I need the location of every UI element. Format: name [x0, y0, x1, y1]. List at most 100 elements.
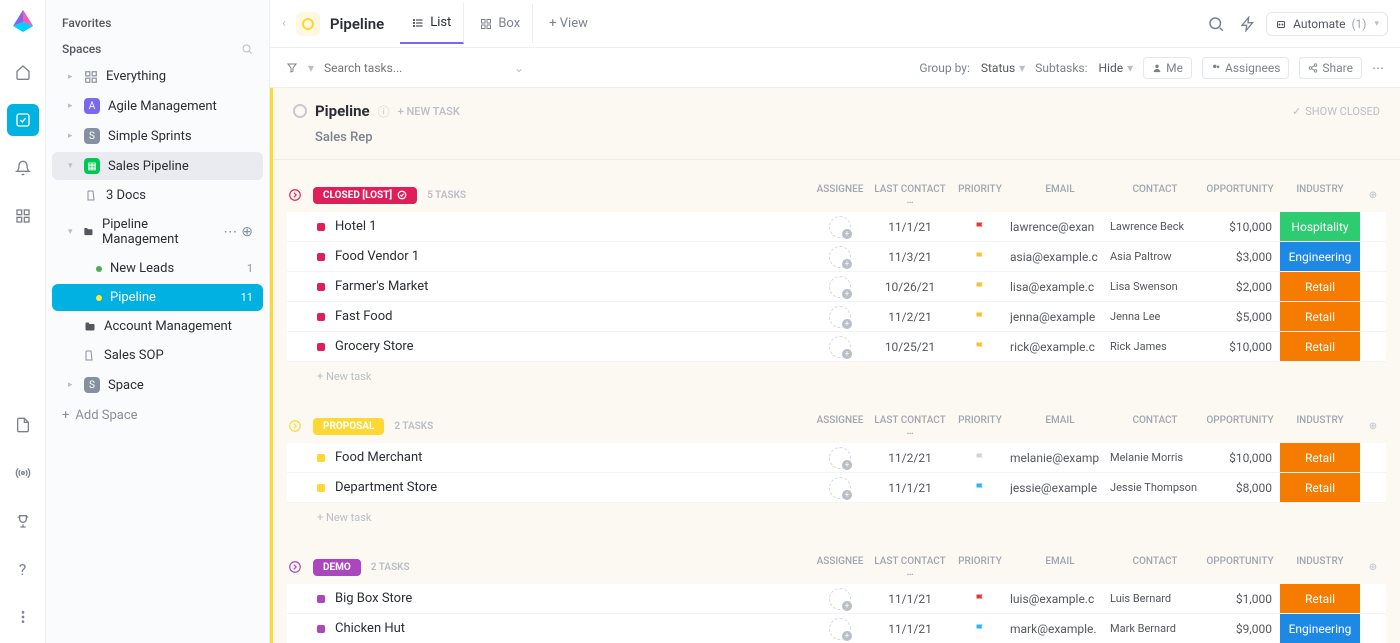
col-header-industry[interactable]: INDUSTRY [1280, 415, 1360, 437]
help-icon[interactable]: ? [7, 553, 39, 585]
space-sales-pipeline[interactable]: ▾▦ Sales Pipeline [52, 152, 263, 180]
task-row[interactable]: Grocery Store 10/25/21 rick@example.c Ri… [287, 332, 1386, 362]
lastcontact-cell[interactable]: 10/26/21 [870, 280, 950, 294]
lastcontact-cell[interactable]: 11/1/21 [870, 220, 950, 234]
docs-item[interactable]: 3 Docs [52, 182, 263, 209]
new-task-row[interactable]: + New task [287, 503, 1386, 532]
col-header-assignee[interactable]: ASSIGNEE [810, 415, 870, 437]
broadcast-icon[interactable] [7, 457, 39, 489]
task-name[interactable]: Big Box Store [335, 591, 810, 606]
col-header-opportunity[interactable]: OPPORTUNITY [1200, 415, 1280, 437]
contact-cell[interactable]: Lisa Swenson [1110, 280, 1200, 293]
task-row[interactable]: Food Merchant 11/2/21 melanie@examp Mela… [287, 443, 1386, 473]
task-row[interactable]: Farmer's Market 10/26/21 lisa@example.c … [287, 272, 1386, 302]
add-icon[interactable]: ⊕ [241, 224, 253, 240]
add-column-button[interactable]: ⊕ [1360, 184, 1386, 206]
assignee-cell[interactable] [810, 477, 870, 499]
collapse-group-icon[interactable] [287, 418, 303, 434]
collapse-sidebar-icon[interactable]: ‹ [282, 16, 286, 31]
task-status-icon[interactable] [317, 595, 325, 603]
status-pill[interactable]: DEMO [313, 559, 361, 576]
doc-icon[interactable] [7, 409, 39, 441]
status-pill[interactable]: CLOSED [LOST] [313, 187, 417, 204]
apps-icon[interactable] [7, 200, 39, 232]
show-closed-button[interactable]: ✓ SHOW CLOSED [1292, 105, 1380, 118]
automate-button[interactable]: Automate(1) ▾ [1266, 12, 1388, 36]
col-header-lastcontact[interactable]: LAST CONTACT … [870, 184, 950, 206]
space-agile[interactable]: ▸A Agile Management [52, 92, 263, 120]
opportunity-cell[interactable]: $9,000 [1200, 622, 1280, 636]
industry-cell[interactable]: Retail [1280, 584, 1360, 613]
assignee-cell[interactable] [810, 336, 870, 358]
opportunity-cell[interactable]: $2,000 [1200, 280, 1280, 294]
col-header-priority[interactable]: PRIORITY [950, 415, 1010, 437]
assignee-cell[interactable] [810, 246, 870, 268]
view-tab-list[interactable]: List [400, 3, 464, 44]
view-tab-box[interactable]: Box [468, 4, 533, 43]
contact-cell[interactable]: Lawrence Beck [1110, 220, 1200, 233]
lastcontact-cell[interactable]: 11/2/21 [870, 451, 950, 465]
col-header-email[interactable]: EMAIL [1010, 415, 1110, 437]
email-cell[interactable]: rick@example.c [1010, 340, 1110, 354]
add-view-button[interactable]: + View [537, 4, 600, 43]
folder-actions[interactable]: ⋯ ⊕ [223, 224, 253, 240]
contact-cell[interactable]: Luis Bernard [1110, 592, 1200, 605]
priority-cell[interactable] [950, 482, 1010, 494]
task-row[interactable]: Hotel 1 11/1/21 lawrence@exan Lawrence B… [287, 212, 1386, 242]
doc-sales-sop[interactable]: Sales SOP [52, 342, 263, 369]
task-status-icon[interactable] [317, 223, 325, 231]
contact-cell[interactable]: Mark Bernard [1110, 622, 1200, 635]
email-cell[interactable]: jenna@example [1010, 310, 1110, 324]
col-header-assignee[interactable]: ASSIGNEE [810, 184, 870, 206]
search-icon[interactable] [1202, 10, 1230, 38]
folder-account-mgmt[interactable]: Account Management [52, 313, 263, 340]
opportunity-cell[interactable]: $1,000 [1200, 592, 1280, 606]
industry-cell[interactable]: Engineering [1280, 614, 1360, 643]
email-cell[interactable]: asia@example.c [1010, 250, 1110, 264]
email-cell[interactable]: lisa@example.c [1010, 280, 1110, 294]
chevron-down-icon[interactable]: ⌄ [514, 61, 524, 75]
lastcontact-cell[interactable]: 11/1/21 [870, 592, 950, 606]
col-header-opportunity[interactable]: OPPORTUNITY [1200, 556, 1280, 578]
favorites-label[interactable]: Favorites [46, 10, 269, 36]
contact-cell[interactable]: Rick James [1110, 340, 1200, 353]
priority-cell[interactable] [950, 623, 1010, 635]
task-row[interactable]: Chicken Hut 11/1/21 mark@example. Mark B… [287, 614, 1386, 643]
add-assignee-icon[interactable] [829, 447, 851, 469]
email-cell[interactable]: luis@example.c [1010, 592, 1110, 606]
task-name[interactable]: Chicken Hut [335, 621, 810, 636]
add-assignee-icon[interactable] [829, 276, 851, 298]
app-logo[interactable] [11, 8, 35, 32]
opportunity-cell[interactable]: $10,000 [1200, 451, 1280, 465]
task-row[interactable]: Food Vendor 1 11/3/21 asia@example.c Asi… [287, 242, 1386, 272]
contact-cell[interactable]: Jenna Lee [1110, 310, 1200, 323]
collapse-group-icon[interactable] [287, 187, 303, 203]
col-header-lastcontact[interactable]: LAST CONTACT … [870, 415, 950, 437]
priority-cell[interactable] [950, 341, 1010, 353]
task-name[interactable]: Department Store [335, 480, 810, 495]
add-space-button[interactable]: + Add Space [46, 400, 269, 431]
task-name[interactable]: Food Vendor 1 [335, 249, 810, 264]
task-name[interactable]: Fast Food [335, 309, 810, 324]
more-horizontal-icon[interactable]: ⋯ [1372, 61, 1384, 75]
task-status-icon[interactable] [317, 253, 325, 261]
me-filter-button[interactable]: Me [1143, 57, 1192, 79]
assignee-cell[interactable] [810, 618, 870, 640]
more-vertical-icon[interactable] [7, 601, 39, 633]
everything-item[interactable]: ▸ Everything [52, 63, 263, 90]
list-pipeline[interactable]: Pipeline 11 [52, 284, 263, 311]
priority-cell[interactable] [950, 281, 1010, 293]
col-header-assignee[interactable]: ASSIGNEE [810, 556, 870, 578]
task-status-icon[interactable] [317, 313, 325, 321]
industry-cell[interactable]: Retail [1280, 473, 1360, 502]
trophy-icon[interactable] [7, 505, 39, 537]
add-assignee-icon[interactable] [829, 588, 851, 610]
folder-pipeline-mgmt[interactable]: ▾ Pipeline Management ⋯ ⊕ [52, 211, 263, 253]
assignee-cell[interactable] [810, 588, 870, 610]
email-cell[interactable]: jessie@example [1010, 481, 1110, 495]
col-header-opportunity[interactable]: OPPORTUNITY [1200, 184, 1280, 206]
add-assignee-icon[interactable] [829, 618, 851, 640]
task-row[interactable]: Fast Food 11/2/21 jenna@example Jenna Le… [287, 302, 1386, 332]
status-circle-icon[interactable] [293, 104, 307, 118]
col-header-industry[interactable]: INDUSTRY [1280, 556, 1360, 578]
